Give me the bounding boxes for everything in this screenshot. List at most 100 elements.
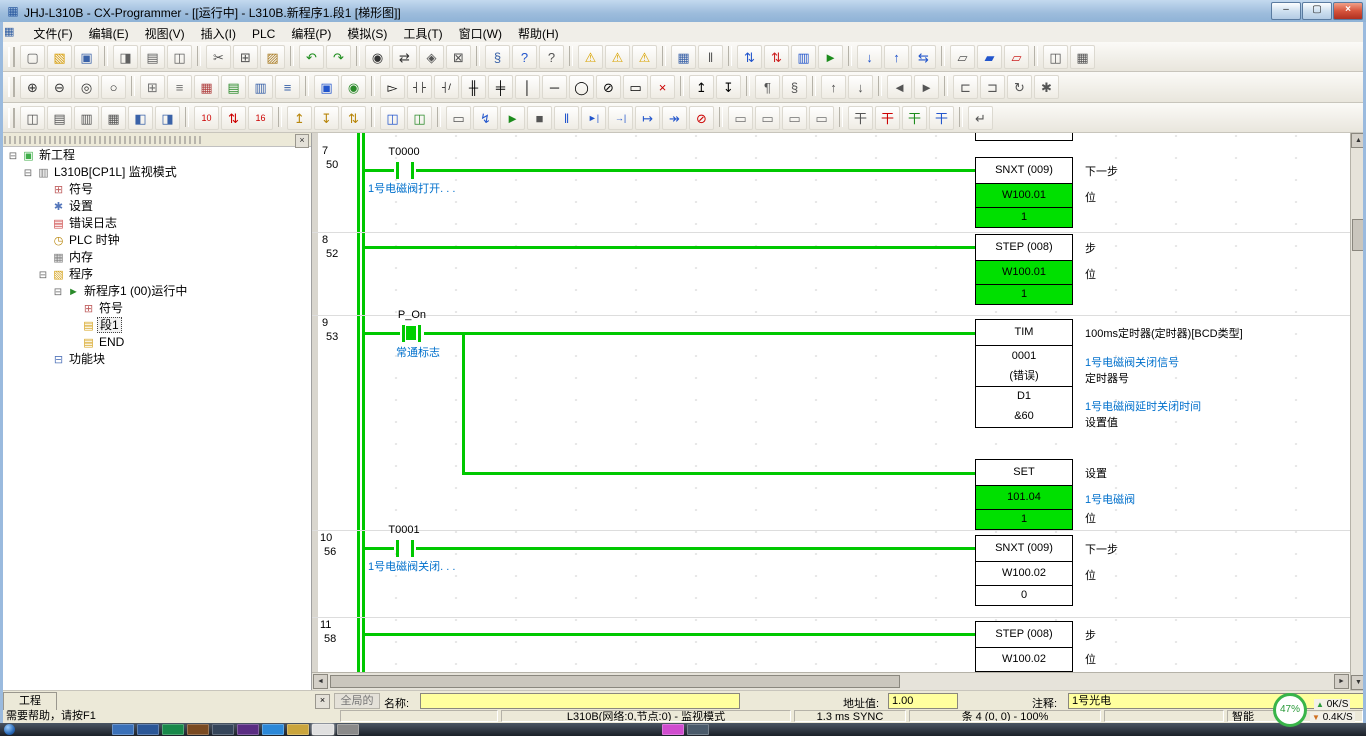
download-to-plc-button[interactable]: ↓ xyxy=(857,45,882,69)
menu-item-0[interactable]: 文件(F) xyxy=(25,22,80,44)
monitor-mode-button[interactable]: ▥ xyxy=(791,45,816,69)
panel-header[interactable]: × xyxy=(0,133,311,147)
monitor-data-button[interactable]: ▣ xyxy=(314,75,339,99)
ladder-editor[interactable]: 7 50 T0000 1号电磁阀打开. . . SNXT (009) W100.… xyxy=(312,133,1350,672)
menu-item-5[interactable]: 编程(P) xyxy=(283,22,339,44)
memory-view-4-button[interactable]: ▭ xyxy=(809,106,834,130)
memory-view-2-button[interactable]: ▭ xyxy=(755,106,780,130)
simulator-online-button[interactable]: ▭ xyxy=(446,106,471,130)
address-decimal-button[interactable]: 10 xyxy=(194,106,219,130)
cancel-edit-button[interactable]: ▱ xyxy=(1004,45,1029,69)
taskbar-item[interactable] xyxy=(687,724,709,735)
sim-stop-button[interactable]: ■ xyxy=(527,106,552,130)
rung-wrap-button[interactable]: ≡ xyxy=(167,75,192,99)
project-tab[interactable]: 工程 xyxy=(3,692,57,711)
align-left-button[interactable]: ⊏ xyxy=(953,75,978,99)
force-on-button[interactable]: 干 xyxy=(848,106,873,130)
sim-run-button[interactable]: ► xyxy=(500,106,525,130)
monitor-window-2-button[interactable]: ◫ xyxy=(407,106,432,130)
tile-horizontal-button[interactable]: ▤ xyxy=(47,106,72,130)
tree-item-programs[interactable]: ⊟▧程序 xyxy=(0,266,311,283)
tim-operand-2[interactable]: D1 xyxy=(976,386,1072,406)
go-next-rung-button[interactable]: ↧ xyxy=(314,106,339,130)
minimize-button[interactable]: – xyxy=(1271,2,1301,20)
instruction-operand[interactable]: W100.02 xyxy=(976,561,1072,585)
tile-windows-button[interactable]: ▦ xyxy=(1070,45,1095,69)
close-button[interactable]: × xyxy=(1333,2,1363,20)
select-tool-button[interactable]: ▻ xyxy=(380,75,405,99)
tree-item-program1[interactable]: ⊟►新程序1 (00)运行中 xyxy=(0,283,311,300)
cascade-windows-button[interactable]: ◫ xyxy=(20,106,45,130)
tree-item-program1-symbols[interactable]: ⊞符号 xyxy=(0,300,311,317)
sim-pause-button[interactable]: ‖ xyxy=(554,106,579,130)
tim-operand-1[interactable]: 0001 xyxy=(976,345,1072,367)
run-mode-button[interactable]: ► xyxy=(818,45,843,69)
address-hex-button[interactable]: 16 xyxy=(248,106,273,130)
paste-button[interactable]: ▨ xyxy=(260,45,285,69)
address-toggle-button[interactable]: ⇅ xyxy=(221,106,246,130)
project-workspace-button[interactable]: ◧ xyxy=(128,106,153,130)
watch-window-button[interactable]: ▦ xyxy=(671,45,696,69)
sim-step-out-button[interactable]: ↦ xyxy=(635,106,660,130)
step-block-2[interactable]: STEP (008) W100.02 xyxy=(975,621,1073,672)
speed-monitor-ball[interactable]: 47% xyxy=(1273,693,1307,727)
taskbar-item[interactable] xyxy=(237,724,259,735)
contact-t0001[interactable]: T0001 xyxy=(374,524,434,536)
print-button[interactable]: ▤ xyxy=(140,45,165,69)
tree-item-plc-device[interactable]: ⊟▥L310B[CP1L] 监视模式 xyxy=(0,164,311,181)
address-field[interactable]: 1.00 xyxy=(888,693,958,709)
cut-button[interactable]: ✂ xyxy=(206,45,231,69)
contact-or-no-button[interactable]: ╫ xyxy=(461,75,486,99)
tree-item-settings[interactable]: ✱设置 xyxy=(0,198,311,215)
watch-add-button[interactable]: ◉ xyxy=(341,75,366,99)
sim-transfer-button[interactable]: ↯ xyxy=(473,106,498,130)
instruction-operand[interactable]: 101.04 xyxy=(976,485,1072,509)
block-up-button[interactable]: ↑ xyxy=(821,75,846,99)
rotate-tool-button[interactable]: ↻ xyxy=(1007,75,1032,99)
zoom-out-button[interactable]: ⊖ xyxy=(47,75,72,99)
find-symbol-button[interactable]: ◈ xyxy=(419,45,444,69)
taskbar-item[interactable] xyxy=(112,724,134,735)
panel-close-button[interactable]: × xyxy=(295,134,309,148)
toolbar-grip[interactable] xyxy=(8,47,15,67)
help-button[interactable]: ? xyxy=(512,45,537,69)
taskbar-item[interactable] xyxy=(312,724,334,735)
comment-tool-button[interactable]: ¶ xyxy=(755,75,780,99)
compile-all-button[interactable]: ⚠ xyxy=(605,45,630,69)
taskbar-item[interactable] xyxy=(212,724,234,735)
set-block[interactable]: SET 101.04 1 xyxy=(975,459,1073,530)
instruction-tool-button[interactable]: ▭ xyxy=(623,75,648,99)
open-button[interactable]: ▧ xyxy=(47,45,72,69)
align-right-button[interactable]: ⊐ xyxy=(980,75,1005,99)
force-cancel-button[interactable]: 干 xyxy=(902,106,927,130)
arrange-icons-button[interactable]: ▦ xyxy=(101,106,126,130)
name-field[interactable] xyxy=(420,693,740,709)
collapse-icon[interactable]: ⊟ xyxy=(36,267,50,284)
force-off-button[interactable]: 干 xyxy=(875,106,900,130)
taskbar-item[interactable] xyxy=(137,724,159,735)
compile-button[interactable]: ⚠ xyxy=(578,45,603,69)
memory-view-3-button[interactable]: ▭ xyxy=(782,106,807,130)
menu-item-4[interactable]: PLC xyxy=(244,24,283,43)
browse-next-button[interactable]: ► xyxy=(914,75,939,99)
copy-button[interactable]: ⊞ xyxy=(233,45,258,69)
snxt-block-2[interactable]: SNXT (009) W100.02 0 xyxy=(975,535,1073,606)
step-block-1[interactable]: STEP (008) W100.01 1 xyxy=(975,234,1073,305)
horizontal-tool-button[interactable]: ─ xyxy=(542,75,567,99)
tree-item-plc-clock[interactable]: ◷PLC 时钟 xyxy=(0,232,311,249)
contact-pon[interactable]: P_On xyxy=(382,309,442,321)
set-value-button[interactable]: 干 xyxy=(929,106,954,130)
monitor-window-1-button[interactable]: ◫ xyxy=(380,106,405,130)
compare-with-plc-button[interactable]: ⇆ xyxy=(911,45,936,69)
context-help-button[interactable]: ? xyxy=(539,45,564,69)
memory-view-1-button[interactable]: ▭ xyxy=(728,106,753,130)
sim-step-run-button[interactable]: ►| xyxy=(581,106,606,130)
coil-nc-tool-button[interactable]: ⊘ xyxy=(596,75,621,99)
collapse-icon[interactable]: ⊟ xyxy=(21,165,35,182)
taskbar-item[interactable] xyxy=(262,724,284,735)
cross-reference-button[interactable]: ⊠ xyxy=(446,45,471,69)
undo-button[interactable]: ↶ xyxy=(299,45,324,69)
tree-item-section1[interactable]: ▤段1 xyxy=(0,317,311,334)
pause-monitoring-button[interactable]: ‖ xyxy=(698,45,723,69)
print-preview-button[interactable]: ◫ xyxy=(167,45,192,69)
